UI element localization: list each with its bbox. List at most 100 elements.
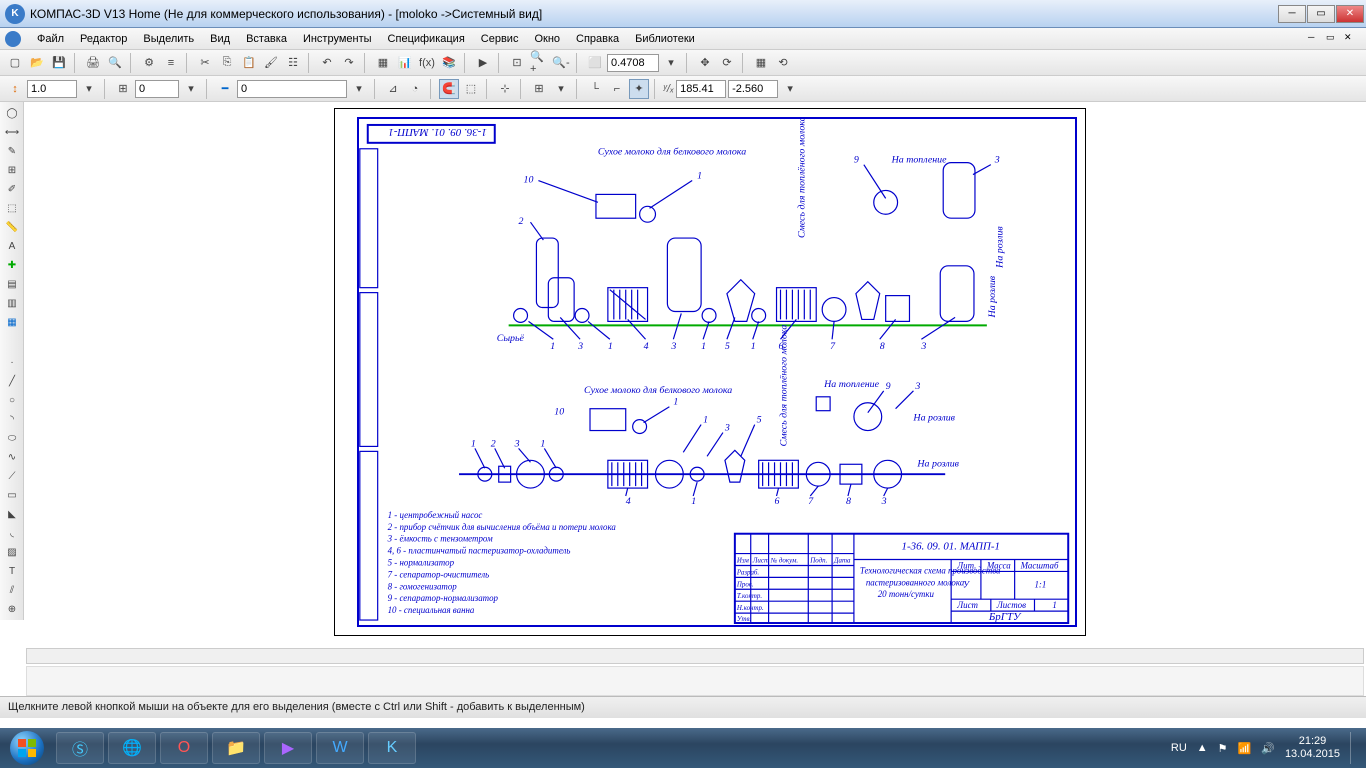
task-kompas[interactable]: K — [368, 732, 416, 764]
point-icon[interactable]: · — [2, 353, 22, 371]
grid-icon[interactable]: ⊞ — [529, 79, 549, 99]
layer-dd-icon[interactable]: ▾ — [181, 79, 201, 99]
snap2-icon[interactable]: ✦ — [629, 79, 649, 99]
step-input[interactable] — [27, 80, 77, 98]
style-input[interactable] — [237, 80, 347, 98]
library-icon[interactable]: 📚 — [439, 53, 459, 73]
dimension-icon[interactable]: ⟷ — [2, 123, 22, 141]
style-icon[interactable]: ━ — [215, 79, 235, 99]
ortho-icon[interactable]: ⊿ — [383, 79, 403, 99]
ortho2-icon[interactable]: └ — [585, 79, 605, 99]
views-icon[interactable]: ▦ — [2, 313, 22, 331]
manager-icon[interactable]: ⚙ — [139, 53, 159, 73]
coord-dd-icon[interactable]: ▾ — [780, 79, 800, 99]
rotate-icon[interactable]: ⟳ — [717, 53, 737, 73]
zoom-out-icon[interactable]: 🔍- — [551, 53, 571, 73]
tray-flag-icon[interactable]: ▲ — [1197, 742, 1208, 754]
param-icon[interactable]: ⬚ — [461, 79, 481, 99]
step-icon[interactable]: ↕ — [5, 79, 25, 99]
spec2-icon[interactable]: ✚ — [2, 256, 22, 274]
mdi-minimize-button[interactable]: ─ — [1308, 32, 1322, 46]
spec-icon[interactable]: ▦ — [373, 53, 393, 73]
menu-file[interactable]: Файл — [29, 31, 72, 47]
menu-select[interactable]: Выделить — [135, 31, 202, 47]
drawing-canvas[interactable]: 1-36. 09. 01. МАПП-1 Сухое молоко для бе… — [24, 102, 1366, 646]
mdi-restore-button[interactable]: ▭ — [1326, 32, 1340, 46]
text-icon[interactable]: T — [2, 562, 22, 580]
menu-service[interactable]: Сервис — [473, 31, 527, 47]
fx-icon[interactable]: f(x) — [417, 53, 437, 73]
task-skype[interactable]: Ⓢ — [56, 732, 104, 764]
arc-icon[interactable]: ◝ — [2, 410, 22, 428]
geometry-icon[interactable]: ◯ — [2, 104, 22, 122]
selectg-icon[interactable]: A — [2, 237, 22, 255]
collect-icon[interactable]: ⊕ — [2, 600, 22, 618]
round-icon[interactable]: ◔ — [405, 79, 425, 99]
offset-icon[interactable]: ⫽ — [2, 581, 22, 599]
task-explorer[interactable]: 📁 — [212, 732, 260, 764]
rebuild-icon[interactable]: ▦ — [751, 53, 771, 73]
redo-icon[interactable]: ↷ — [339, 53, 359, 73]
menu-spec[interactable]: Спецификация — [380, 31, 473, 47]
layer-input[interactable] — [135, 80, 179, 98]
circle-icon[interactable]: ○ — [2, 391, 22, 409]
pan-icon[interactable]: ✥ — [695, 53, 715, 73]
spline-icon[interactable]: ∿ — [2, 448, 22, 466]
brush-icon[interactable]: 🖌 — [261, 53, 281, 73]
menu-insert[interactable]: Вставка — [238, 31, 295, 47]
zoom-window-icon[interactable]: ⊡ — [507, 53, 527, 73]
cut-icon[interactable]: ✂ — [195, 53, 215, 73]
mdi-close-button[interactable]: ✕ — [1344, 32, 1358, 46]
lcs-icon[interactable]: ⊹ — [495, 79, 515, 99]
construction-icon[interactable]: ⊞ — [2, 161, 22, 179]
layer-icon[interactable]: ⊞ — [113, 79, 133, 99]
maximize-button[interactable]: ▭ — [1307, 5, 1335, 23]
coord-x-input[interactable] — [676, 80, 726, 98]
menu-window[interactable]: Окно — [526, 31, 568, 47]
zoom-value-input[interactable] — [607, 54, 659, 72]
coord-y-input[interactable] — [728, 80, 778, 98]
zoom-dropdown-icon[interactable]: ▾ — [661, 53, 681, 73]
tray-clock[interactable]: 21:29 13.04.2015 — [1285, 735, 1340, 761]
style-dd-icon[interactable]: ▾ — [349, 79, 369, 99]
tree-icon[interactable]: ≡ — [161, 53, 181, 73]
horizontal-scrollbar[interactable] — [26, 648, 1364, 664]
menu-editor[interactable]: Редактор — [72, 31, 135, 47]
task-chrome[interactable]: 🌐 — [108, 732, 156, 764]
show-desktop-button[interactable] — [1350, 732, 1358, 764]
task-opera[interactable]: O — [160, 732, 208, 764]
properties-icon[interactable]: ☷ — [283, 53, 303, 73]
zoom-scale-icon[interactable]: ⬜ — [585, 53, 605, 73]
ellipse-icon[interactable]: ⬭ — [2, 429, 22, 447]
zoom-in-icon[interactable]: 🔍+ — [529, 53, 549, 73]
task-word[interactable]: W — [316, 732, 364, 764]
rect-icon[interactable]: ▭ — [2, 486, 22, 504]
chamfer-icon[interactable]: ◣ — [2, 505, 22, 523]
print-icon[interactable]: 🖨 — [83, 53, 103, 73]
step-dd-icon[interactable]: ▾ — [79, 79, 99, 99]
menu-libraries[interactable]: Библиотеки — [627, 31, 703, 47]
pointer-icon[interactable]: ▶ — [473, 53, 493, 73]
refresh-icon[interactable]: ⟲ — [773, 53, 793, 73]
copy-icon[interactable]: ⎘ — [217, 53, 237, 73]
perp-icon[interactable]: ⌐ — [607, 79, 627, 99]
minimize-button[interactable]: ─ — [1278, 5, 1306, 23]
menu-tools[interactable]: Инструменты — [295, 31, 380, 47]
tray-lang[interactable]: RU — [1171, 742, 1187, 754]
open-icon[interactable]: 📂 — [27, 53, 47, 73]
start-button[interactable] — [0, 728, 54, 768]
close-button[interactable]: ✕ — [1336, 5, 1364, 23]
variables-icon[interactable]: 📊 — [395, 53, 415, 73]
grid-dd-icon[interactable]: ▾ — [551, 79, 571, 99]
undo-icon[interactable]: ↶ — [317, 53, 337, 73]
measure-icon[interactable]: 📏 — [2, 218, 22, 236]
fillet-icon[interactable]: ◟ — [2, 524, 22, 542]
line-icon[interactable]: ╱ — [2, 372, 22, 390]
menu-help[interactable]: Справка — [568, 31, 627, 47]
edit-icon[interactable]: ✐ — [2, 180, 22, 198]
polyline-icon[interactable]: ⟋ — [2, 467, 22, 485]
param2-icon[interactable]: ⬚ — [2, 199, 22, 217]
tray-network-icon[interactable]: 📶 — [1238, 742, 1252, 755]
paste-icon[interactable]: 📋 — [239, 53, 259, 73]
tray-action-icon[interactable]: ⚑ — [1218, 742, 1228, 755]
